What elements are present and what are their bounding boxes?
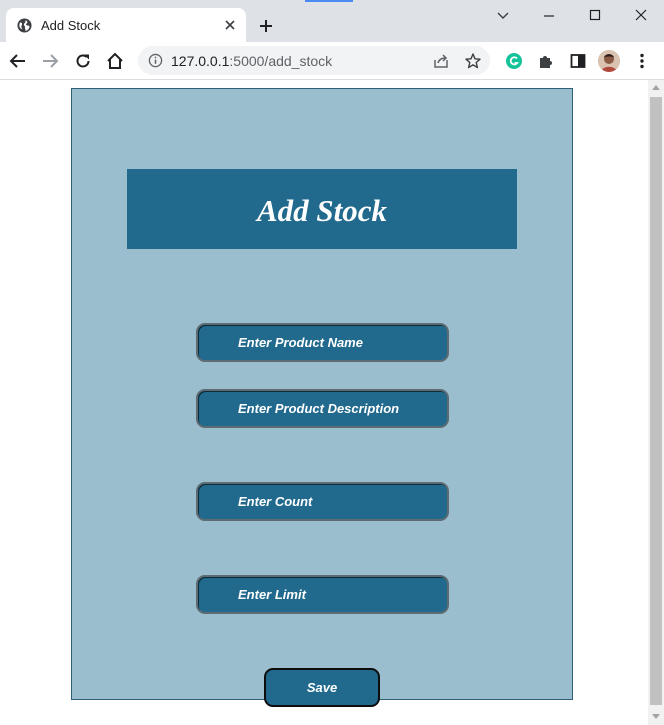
vertical-scrollbar[interactable] <box>648 80 664 725</box>
info-icon[interactable] <box>148 53 163 68</box>
product-description-input[interactable] <box>198 391 447 426</box>
page-title: Add Stock <box>256 193 388 228</box>
chevron-down-icon[interactable] <box>492 6 514 26</box>
limit-input[interactable] <box>198 577 447 612</box>
scroll-up-arrow-icon[interactable] <box>652 85 660 90</box>
reload-icon[interactable] <box>73 51 93 71</box>
page-viewport: Add Stock Save <box>0 80 648 725</box>
product-description-field <box>196 389 449 428</box>
address-bar[interactable]: 127.0.0.1:5000/add_stock <box>138 46 490 75</box>
close-tab-icon[interactable] <box>222 17 238 33</box>
address-url: 127.0.0.1:5000/add_stock <box>171 53 332 69</box>
minimize-icon[interactable] <box>538 6 560 26</box>
loading-indicator <box>305 0 353 2</box>
browser-tab[interactable]: Add Stock <box>6 8 246 42</box>
forward-arrow-icon[interactable] <box>40 51 60 71</box>
add-stock-form: Add Stock Save <box>71 88 573 707</box>
grammarly-extension-icon[interactable] <box>504 51 524 71</box>
close-window-icon[interactable] <box>630 6 652 26</box>
bookmark-star-icon[interactable] <box>464 52 482 70</box>
url-host: 127.0.0.1 <box>171 53 230 69</box>
kebab-menu-icon[interactable] <box>632 51 652 71</box>
tab-strip: Add Stock <box>0 0 664 42</box>
profile-avatar[interactable] <box>598 50 620 72</box>
back-arrow-icon[interactable] <box>8 51 28 71</box>
globe-icon <box>17 18 32 33</box>
side-panel-icon[interactable] <box>568 51 588 71</box>
product-name-input[interactable] <box>198 325 447 360</box>
limit-field <box>196 575 449 614</box>
browser-toolbar: 127.0.0.1:5000/add_stock <box>0 42 664 80</box>
share-icon[interactable] <box>432 52 450 70</box>
count-field <box>196 482 449 521</box>
tab-title: Add Stock <box>41 18 101 33</box>
save-button[interactable]: Save <box>264 668 380 707</box>
scrollbar-thumb[interactable] <box>650 97 662 705</box>
maximize-icon[interactable] <box>584 6 606 26</box>
url-path: :5000/add_stock <box>229 53 333 69</box>
home-icon[interactable] <box>105 51 125 71</box>
count-input[interactable] <box>198 484 447 519</box>
new-tab-icon[interactable] <box>256 16 276 36</box>
extensions-puzzle-icon[interactable] <box>536 51 556 71</box>
scroll-down-arrow-icon[interactable] <box>652 714 660 719</box>
product-name-field <box>196 323 449 362</box>
page-header: Add Stock <box>127 169 517 249</box>
